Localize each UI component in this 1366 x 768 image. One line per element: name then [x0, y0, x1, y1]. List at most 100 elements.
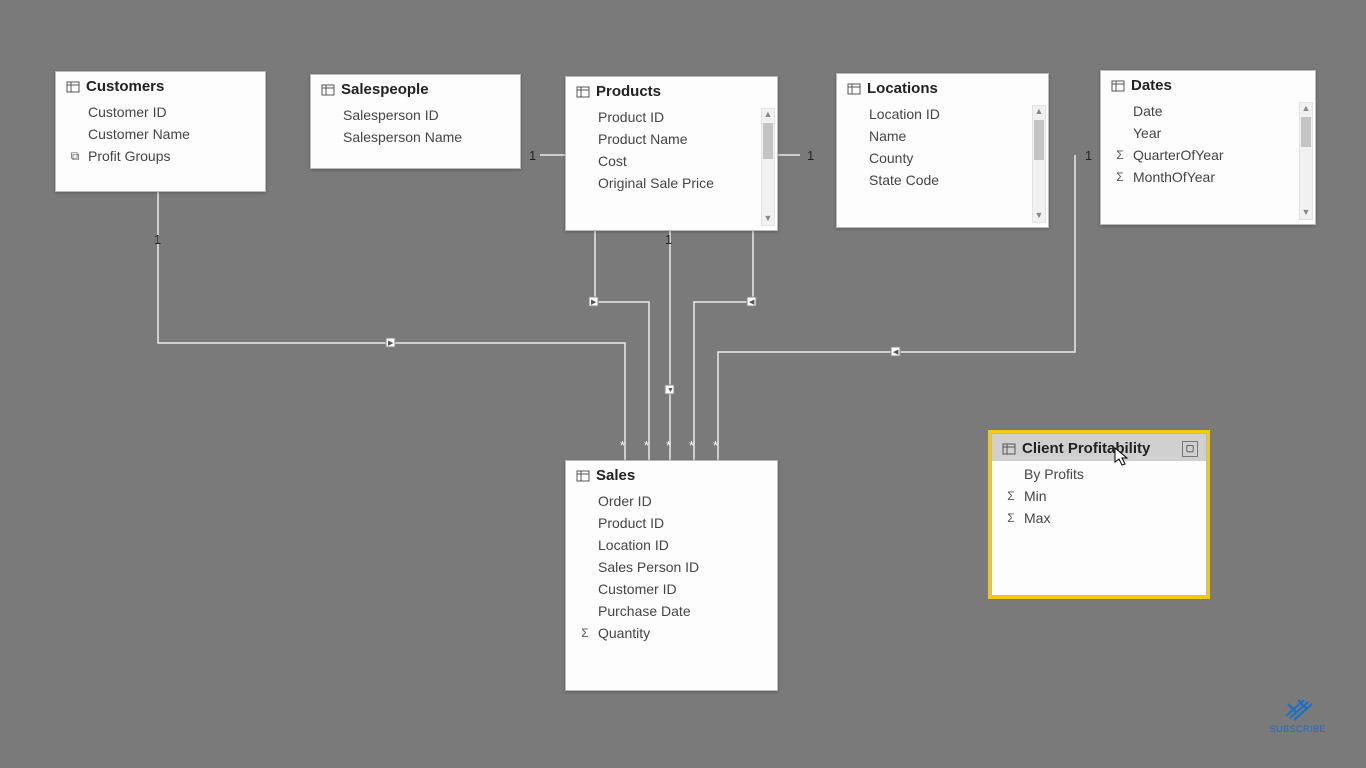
- field-row[interactable]: ΣQuantity: [566, 622, 777, 644]
- table-sales[interactable]: Sales ·Order ID·Product ID·Location ID·S…: [565, 460, 778, 691]
- field-label: Product Name: [598, 131, 769, 147]
- field-label: Location ID: [869, 106, 1040, 122]
- scrollbar-dates[interactable]: ▲ ▼: [1299, 102, 1313, 220]
- table-icon: [66, 80, 80, 94]
- table-title: Salespeople: [341, 81, 429, 98]
- sigma-icon: Σ: [1113, 170, 1127, 184]
- field-label: Max: [1024, 510, 1198, 526]
- field-row[interactable]: ⧉Profit Groups: [56, 145, 265, 167]
- cardinality-one-customers: 1: [154, 232, 161, 247]
- table-locations[interactable]: Locations ·Location ID·Name·County·State…: [836, 73, 1049, 228]
- table-header-client-profitability[interactable]: Client Profitability ▢: [992, 434, 1206, 461]
- field-row[interactable]: ·Salesperson ID: [311, 104, 520, 126]
- scroll-down-icon[interactable]: ▼: [1300, 207, 1312, 219]
- table-header-salespeople[interactable]: Salespeople: [311, 75, 520, 102]
- field-row[interactable]: ·Product ID: [566, 106, 777, 128]
- table-icon: [321, 83, 335, 97]
- field-row[interactable]: Σ QuarterOfYear: [1101, 144, 1315, 166]
- scroll-down-icon[interactable]: ▼: [762, 213, 774, 225]
- table-salespeople[interactable]: Salespeople ·Salesperson ID·Salesperson …: [310, 74, 521, 169]
- svg-text:◀: ◀: [893, 349, 899, 356]
- field-label: Customer ID: [598, 581, 769, 597]
- table-icon: [1111, 79, 1125, 93]
- table-client-profitability[interactable]: Client Profitability ▢ ·By ProfitsΣMinΣM…: [991, 433, 1207, 596]
- table-title: Locations: [867, 80, 938, 97]
- field-row[interactable]: ΣMax: [992, 507, 1206, 529]
- sigma-icon: Σ: [578, 626, 592, 640]
- field-row[interactable]: ·Name: [837, 125, 1048, 147]
- field-row[interactable]: ·Product ID: [566, 512, 777, 534]
- field-label: By Profits: [1024, 466, 1198, 482]
- sigma-icon: Σ: [1113, 148, 1127, 162]
- scroll-up-icon[interactable]: ▲: [1033, 106, 1045, 118]
- field-row[interactable]: ΣMin: [992, 485, 1206, 507]
- field-label: Customer ID: [88, 104, 257, 120]
- field-label: Customer Name: [88, 126, 257, 142]
- expand-table-button[interactable]: ▢: [1182, 441, 1198, 457]
- table-dates[interactable]: Dates ·Date·Year Σ QuarterOfYear Σ MonthOfYe…: [1100, 70, 1316, 225]
- field-label: Purchase Date: [598, 603, 769, 619]
- field-row[interactable]: ·Customer ID: [56, 101, 265, 123]
- field-row[interactable]: ·Location ID: [566, 534, 777, 556]
- table-title: Client Profitability: [1022, 440, 1150, 457]
- scroll-thumb[interactable]: [763, 123, 773, 159]
- model-view-canvas[interactable]: ▶ ▶ ▼ ◀ ◀ * * * * * 1 1 1 1 1 Customers …: [0, 0, 1366, 768]
- cardinality-one-products: 1: [665, 232, 672, 247]
- field-label: Order ID: [598, 493, 769, 509]
- table-title: Products: [596, 83, 661, 100]
- field-label: Salesperson ID: [343, 107, 512, 123]
- field-label: MonthOfYear: [1133, 169, 1307, 185]
- table-icon: [847, 82, 861, 96]
- field-label: State Code: [869, 172, 1040, 188]
- scroll-thumb[interactable]: [1301, 117, 1311, 147]
- scrollbar-products[interactable]: ▲ ▼: [761, 108, 775, 226]
- field-label: QuarterOfYear: [1133, 147, 1307, 163]
- field-row[interactable]: ·Customer ID: [566, 578, 777, 600]
- field-row[interactable]: ·Year: [1101, 122, 1315, 144]
- scroll-up-icon[interactable]: ▲: [762, 109, 774, 121]
- table-icon: [576, 85, 590, 99]
- field-row[interactable]: ·Cost: [566, 150, 777, 172]
- table-icon: [1002, 442, 1016, 456]
- svg-text:▼: ▼: [667, 387, 674, 394]
- field-row[interactable]: ·Customer Name: [56, 123, 265, 145]
- field-row[interactable]: ·Sales Person ID: [566, 556, 777, 578]
- table-header-customers[interactable]: Customers: [56, 72, 265, 99]
- table-body-customers: ·Customer ID·Customer Name⧉Profit Groups: [56, 99, 265, 191]
- field-row[interactable]: ·County: [837, 147, 1048, 169]
- svg-text:◀: ◀: [749, 299, 755, 306]
- field-label: Name: [869, 128, 1040, 144]
- scroll-thumb[interactable]: [1034, 120, 1044, 160]
- scroll-up-icon[interactable]: ▲: [1300, 103, 1312, 115]
- field-row[interactable]: ·Date: [1101, 100, 1315, 122]
- subscribe-watermark: SUBSCRIBE: [1269, 696, 1326, 734]
- field-row[interactable]: ·Purchase Date: [566, 600, 777, 622]
- table-header-locations[interactable]: Locations: [837, 74, 1048, 101]
- field-label: Original Sale Price: [598, 175, 769, 191]
- subscribe-label: SUBSCRIBE: [1269, 724, 1326, 734]
- field-row[interactable]: ·Original Sale Price: [566, 172, 777, 194]
- field-row[interactable]: ·Order ID: [566, 490, 777, 512]
- table-title: Sales: [596, 467, 635, 484]
- sigma-icon: Σ: [1004, 489, 1018, 503]
- field-label: Product ID: [598, 515, 769, 531]
- field-row[interactable]: ·By Profits: [992, 463, 1206, 485]
- table-products[interactable]: Products ·Product ID·Product Name·Cost·O…: [565, 76, 778, 231]
- field-row[interactable]: ·Product Name: [566, 128, 777, 150]
- table-customers[interactable]: Customers ·Customer ID·Customer Name⧉Pro…: [55, 71, 266, 192]
- field-label: Salesperson Name: [343, 129, 512, 145]
- table-header-products[interactable]: Products: [566, 77, 777, 104]
- field-label: Date: [1133, 103, 1307, 119]
- field-row[interactable]: ·Location ID: [837, 103, 1048, 125]
- svg-text:*: *: [713, 438, 718, 453]
- table-header-dates[interactable]: Dates: [1101, 71, 1315, 98]
- cardinality-one-locations: 1: [807, 148, 814, 163]
- scroll-down-icon[interactable]: ▼: [1033, 210, 1045, 222]
- svg-text:*: *: [666, 438, 671, 453]
- table-header-sales[interactable]: Sales: [566, 461, 777, 488]
- field-row[interactable]: ·State Code: [837, 169, 1048, 191]
- scrollbar-locations[interactable]: ▲ ▼: [1032, 105, 1046, 223]
- field-row[interactable]: ·Salesperson Name: [311, 126, 520, 148]
- field-row[interactable]: Σ MonthOfYear: [1101, 166, 1315, 188]
- field-label: Year: [1133, 125, 1307, 141]
